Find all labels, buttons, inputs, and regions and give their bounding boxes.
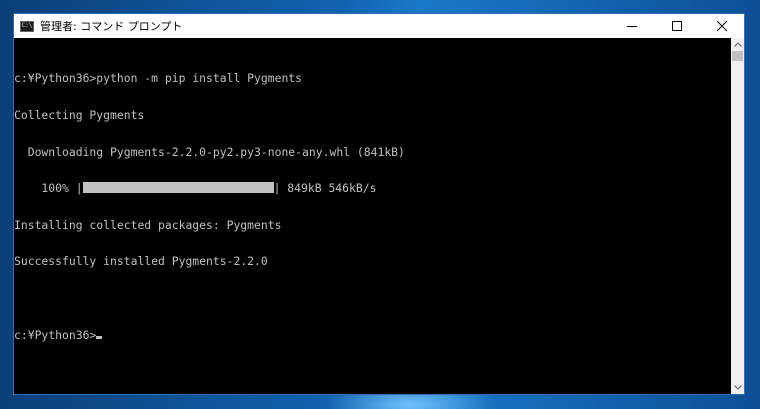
maximize-icon [671, 21, 682, 31]
command-prompt-icon-label: C:\ [21, 22, 33, 29]
prompt-line[interactable]: c:¥Python36> [14, 327, 731, 342]
progress-prefix: 100% | [14, 181, 83, 196]
command-prompt-window[interactable]: C:\ 管理者: コマンド プロンプト c:¥Python36>python -… [13, 13, 745, 395]
text-cursor [96, 335, 103, 339]
vertical-scrollbar[interactable] [731, 38, 744, 394]
chevron-down-icon [733, 385, 742, 390]
download-progress-bar [82, 182, 274, 194]
close-icon [716, 21, 727, 31]
scroll-down-button[interactable] [731, 381, 744, 394]
scroll-up-button[interactable] [731, 38, 744, 51]
console-output[interactable]: c:¥Python36>python -m pip install Pygmen… [14, 38, 731, 394]
maximize-button[interactable] [654, 14, 699, 38]
command-prompt: c:¥Python36> [14, 327, 97, 342]
progress-line: 100% | | 849kB 546kB/s [14, 182, 731, 194]
console-line: Installing collected packages: Pygments [14, 217, 282, 232]
scrollbar-thumb[interactable] [732, 51, 743, 61]
console-line: Downloading Pygments-2.2.0-py2.py3-none-… [14, 144, 405, 159]
console-line: c:¥Python36>python -m pip install Pygmen… [14, 71, 303, 86]
title-bar[interactable]: C:\ 管理者: コマンド プロンプト [14, 14, 744, 38]
minimize-button[interactable] [609, 14, 654, 38]
console-line: Collecting Pygments [14, 108, 145, 122]
progress-suffix: | 849kB 546kB/s [273, 181, 377, 196]
minimize-icon [626, 26, 637, 27]
command-prompt-icon[interactable]: C:\ [20, 20, 34, 32]
window-controls [609, 14, 744, 38]
chevron-up-icon [733, 42, 742, 47]
close-button[interactable] [699, 14, 744, 38]
console-line: Successfully installed Pygments-2.2.0 [14, 254, 268, 269]
window-title: 管理者: コマンド プロンプト [40, 20, 183, 33]
